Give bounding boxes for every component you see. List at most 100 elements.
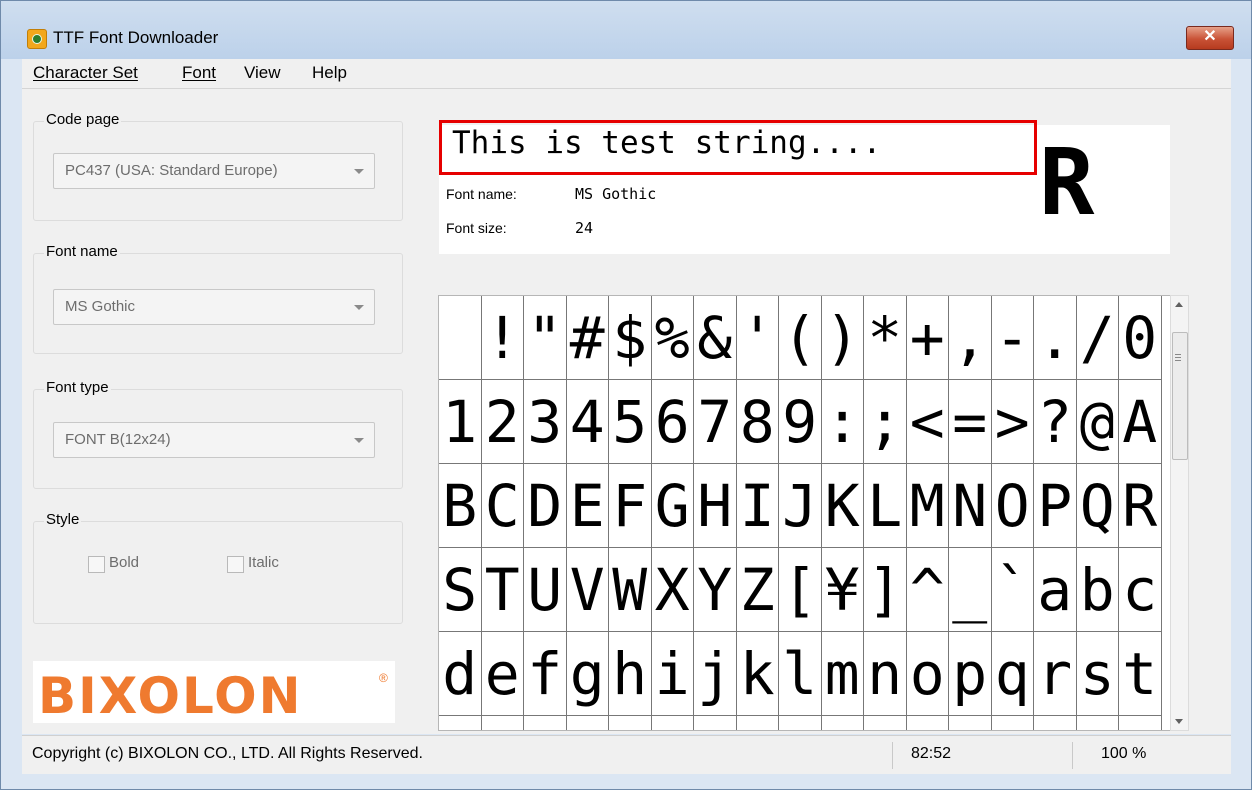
char-cell[interactable]: | — [736, 716, 779, 730]
char-cell[interactable]: h — [609, 632, 652, 716]
char-cell[interactable]: n — [864, 632, 907, 716]
char-cell[interactable]: L — [864, 464, 907, 548]
title-bar[interactable]: TTF Font Downloader ✕ — [1, 1, 1251, 59]
char-cell[interactable]: , — [949, 296, 992, 380]
char-cell[interactable]: f — [524, 632, 567, 716]
char-cell[interactable]: : — [821, 380, 864, 464]
char-cell[interactable]: z — [651, 716, 694, 730]
char-cell[interactable] — [949, 716, 992, 730]
char-cell[interactable]: s — [1076, 632, 1119, 716]
char-cell[interactable]: + — [906, 296, 949, 380]
char-cell[interactable]: [ — [779, 548, 822, 632]
test-string-box[interactable]: This is test string.... — [439, 120, 1037, 175]
char-cell[interactable]: x — [566, 716, 609, 730]
char-cell[interactable] — [1119, 716, 1162, 730]
char-cell[interactable]: H — [694, 464, 737, 548]
char-cell[interactable]: . — [1034, 296, 1077, 380]
char-cell[interactable]: O — [991, 464, 1034, 548]
char-cell[interactable]: a — [1034, 548, 1077, 632]
char-cell[interactable]: 4 — [566, 380, 609, 464]
char-cell[interactable]: N — [949, 464, 992, 548]
char-cell[interactable]: p — [949, 632, 992, 716]
char-cell[interactable]: W — [609, 548, 652, 632]
char-cell[interactable]: ] — [864, 548, 907, 632]
char-cell[interactable]: 8 — [736, 380, 779, 464]
char-cell[interactable]: _ — [949, 548, 992, 632]
char-cell[interactable]: I — [736, 464, 779, 548]
char-cell[interactable]: 3 — [524, 380, 567, 464]
char-cell[interactable]: i — [651, 632, 694, 716]
char-cell[interactable]: m — [821, 632, 864, 716]
char-cell[interactable]: > — [991, 380, 1034, 464]
char-cell[interactable]: 5 — [609, 380, 652, 464]
char-cell[interactable]: Q — [1076, 464, 1119, 548]
scroll-thumb[interactable] — [1172, 332, 1188, 460]
char-cell[interactable]: Z — [736, 548, 779, 632]
char-cell[interactable]: J — [779, 464, 822, 548]
scroll-up-icon[interactable] — [1175, 302, 1183, 307]
char-cell[interactable]: 6 — [651, 380, 694, 464]
char-cell[interactable]: D — [524, 464, 567, 548]
char-cell[interactable]: t — [1119, 632, 1162, 716]
char-cell[interactable] — [991, 716, 1034, 730]
char-cell[interactable]: F — [609, 464, 652, 548]
char-cell[interactable]: Y — [694, 548, 737, 632]
char-cell[interactable]: } — [779, 716, 822, 730]
char-cell[interactable]: P — [1034, 464, 1077, 548]
char-cell[interactable]: w — [524, 716, 567, 730]
character-grid[interactable]: ! " # $% & '() * +, -./0 1 2 3 4 5 6 7 8 9:; < = >? @ A B C D E F G H… — [438, 295, 1185, 731]
char-cell[interactable] — [1076, 716, 1119, 730]
char-cell[interactable]: B — [439, 464, 482, 548]
close-button[interactable]: ✕ — [1186, 26, 1234, 50]
char-cell[interactable]: ? — [1034, 380, 1077, 464]
char-cell[interactable]: S — [439, 548, 482, 632]
char-cell[interactable]: G — [651, 464, 694, 548]
char-cell[interactable]: r — [1034, 632, 1077, 716]
code-page-select[interactable]: PC437 (USA: Standard Europe) — [53, 153, 375, 189]
menu-character-set[interactable]: Character Set — [33, 63, 138, 83]
char-cell[interactable]: # — [566, 296, 609, 380]
menu-font[interactable]: Font — [182, 63, 216, 83]
char-cell[interactable]: c — [1119, 548, 1162, 632]
font-name-select[interactable]: MS Gothic — [53, 289, 375, 325]
char-cell[interactable]: C — [481, 464, 524, 548]
char-cell[interactable]: v — [481, 716, 524, 730]
italic-label[interactable]: Italic — [248, 554, 279, 571]
char-cell[interactable] — [1034, 716, 1077, 730]
char-cell[interactable]: " — [524, 296, 567, 380]
char-cell[interactable]: * — [864, 296, 907, 380]
char-cell[interactable]: ! — [481, 296, 524, 380]
char-cell[interactable]: K — [821, 464, 864, 548]
char-cell[interactable]: k — [736, 632, 779, 716]
char-cell[interactable]: g — [566, 632, 609, 716]
char-cell[interactable]: q — [991, 632, 1034, 716]
char-cell[interactable]: y — [609, 716, 652, 730]
char-cell[interactable]: j — [694, 632, 737, 716]
char-cell[interactable]: E — [566, 464, 609, 548]
char-cell[interactable]: ` — [991, 548, 1034, 632]
char-cell[interactable] — [439, 296, 482, 380]
menu-help[interactable]: Help — [312, 63, 347, 83]
char-cell[interactable]: X — [651, 548, 694, 632]
char-cell[interactable] — [906, 716, 949, 730]
bold-label[interactable]: Bold — [109, 554, 139, 571]
char-cell[interactable]: T — [481, 548, 524, 632]
bold-checkbox[interactable] — [88, 556, 105, 573]
char-cell[interactable]: / — [1076, 296, 1119, 380]
char-cell[interactable]: - — [991, 296, 1034, 380]
char-cell[interactable]: = — [949, 380, 992, 464]
char-cell[interactable]: M — [906, 464, 949, 548]
char-cell[interactable]: { — [694, 716, 737, 730]
font-type-select[interactable]: FONT B(12x24) — [53, 422, 375, 458]
menu-view[interactable]: View — [244, 63, 281, 83]
char-cell[interactable]: 2 — [481, 380, 524, 464]
char-cell[interactable]: A — [1119, 380, 1162, 464]
char-cell[interactable]: 0 — [1119, 296, 1162, 380]
char-cell[interactable]: ) — [821, 296, 864, 380]
char-cell[interactable]: % — [651, 296, 694, 380]
char-cell[interactable]: 1 — [439, 380, 482, 464]
char-cell[interactable] — [864, 716, 907, 730]
scroll-down-icon[interactable] — [1175, 719, 1183, 724]
char-cell[interactable]: o — [906, 632, 949, 716]
vertical-scrollbar[interactable] — [1170, 295, 1189, 731]
